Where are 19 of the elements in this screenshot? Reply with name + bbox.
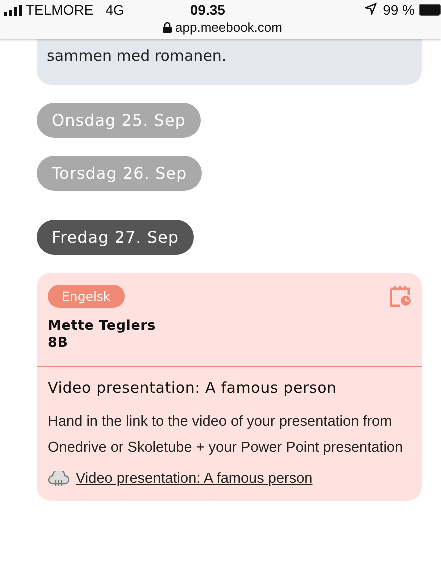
assignment-title: Video presentation: A famous person: [48, 379, 338, 397]
url-text[interactable]: app.meebook.com: [176, 20, 282, 35]
battery-icon: [419, 4, 441, 16]
cloud-icon: [48, 471, 70, 487]
location-arrow-icon: [365, 3, 378, 15]
attachment-link[interactable]: Video presentation: A famous person: [76, 471, 313, 487]
network-type: 4G: [106, 2, 124, 18]
teacher-name: Mette Teglers: [48, 318, 157, 335]
assignment-description: sammen med romanen.: [47, 47, 228, 65]
battery-percentage: 99 %: [365, 2, 415, 18]
assignment-description: Hand in the link to the video of your presentation from Onedrive or Skoletube + your Power Point presentation: [48, 413, 404, 458]
carrier-name: TELMORE: [26, 2, 94, 18]
day-header[interactable]: Fredag 27. Sep: [37, 220, 194, 255]
clock-time: 09.35: [190, 2, 226, 18]
lock-icon: [162, 22, 172, 33]
signal-icon: [4, 4, 22, 16]
subject-tag: Engelsk: [48, 285, 125, 308]
calendar-clock-icon[interactable]: [390, 285, 412, 307]
class-name: 8B: [48, 335, 70, 352]
